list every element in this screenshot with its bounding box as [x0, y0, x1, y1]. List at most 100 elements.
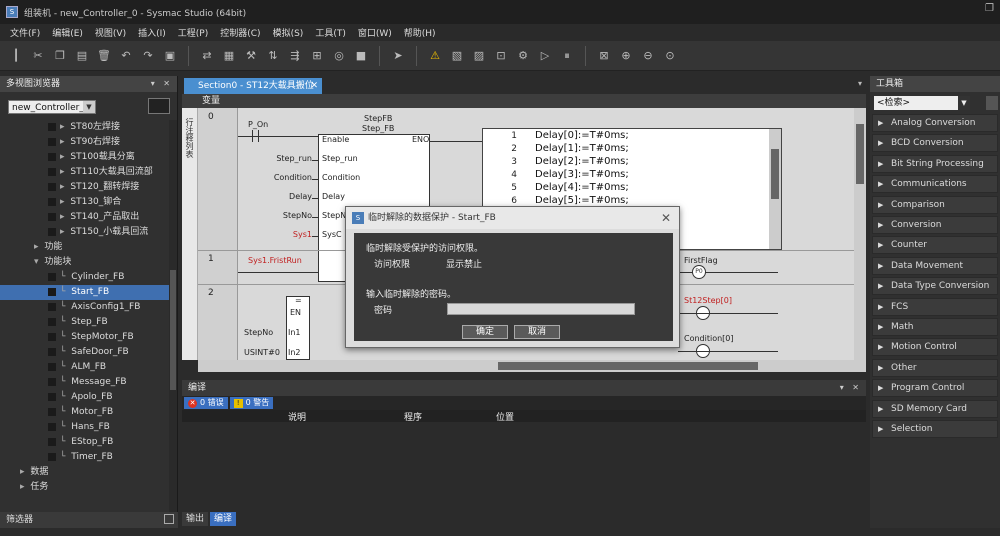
tree-item[interactable]: └ AxisConfig1_FB — [0, 300, 170, 315]
controller-view-button[interactable] — [148, 98, 170, 114]
toolbox-category[interactable]: ▶ FCS — [872, 297, 998, 316]
toolbox-category[interactable]: ▶ SD Memory Card — [872, 399, 998, 418]
tree-item[interactable]: ▸ ST80左焊接 — [0, 120, 170, 135]
zoom-reset-icon[interactable]: ⊙ — [660, 46, 680, 66]
settings-icon[interactable]: ⚙ — [513, 46, 533, 66]
stop-icon[interactable]: ■ — [351, 46, 371, 66]
scrollbar-thumb[interactable] — [170, 270, 176, 390]
cursor-icon[interactable]: ➤ — [388, 46, 408, 66]
password-input[interactable] — [447, 303, 635, 315]
toolbox-search-input[interactable]: <检索> ▼ — [874, 96, 970, 110]
tree-item[interactable]: ▸ ST110大载具回流部 — [0, 165, 170, 180]
ok-button[interactable]: 确定 — [462, 325, 508, 339]
close-icon[interactable]: ✕ — [310, 78, 318, 94]
tree-item[interactable]: ▸ ST130_铆合 — [0, 195, 170, 210]
tree-item[interactable]: └ Motor_FB — [0, 405, 170, 420]
errors-filter-button[interactable]: ✕ 0 错误 — [184, 397, 228, 409]
save-icon[interactable]: ▣ — [160, 46, 180, 66]
search-button[interactable] — [986, 96, 998, 110]
tree-item[interactable]: └ StepMotor_FB — [0, 330, 170, 345]
tab-output[interactable]: 输出 — [182, 512, 209, 526]
tree-item[interactable]: ▸ ST150_小载具回流 — [0, 225, 170, 240]
tree-item[interactable]: └ Hans_FB — [0, 420, 170, 435]
transfer-icon[interactable]: ⇶ — [285, 46, 305, 66]
menu-item[interactable]: 帮助(H) — [398, 26, 442, 39]
tree-item[interactable]: └ Step_FB — [0, 315, 170, 330]
expand-icon[interactable] — [164, 514, 174, 524]
online-icon[interactable]: ⇄ — [197, 46, 217, 66]
build-icon[interactable]: ▧ — [447, 46, 467, 66]
cancel-button[interactable]: 取消 — [514, 325, 560, 339]
tree-item[interactable]: ▸ ST90右焊接 — [0, 135, 170, 150]
toolbox-category[interactable]: ▶ Analog Conversion — [872, 114, 998, 132]
zoom-in-icon[interactable]: ⊕ — [616, 46, 636, 66]
rebuild-icon[interactable]: ▨ — [469, 46, 489, 66]
tab-menu-icon[interactable]: ▾ — [858, 79, 862, 88]
simulate-icon[interactable]: ⊡ — [491, 46, 511, 66]
tree-item[interactable]: └ EStop_FB — [0, 435, 170, 450]
menu-item[interactable]: 工具(T) — [309, 26, 352, 39]
tree-item[interactable]: └ Timer_FB — [0, 450, 170, 465]
menu-item[interactable]: 窗口(W) — [352, 26, 398, 39]
sync-icon[interactable]: ⇅ — [263, 46, 283, 66]
toolbox-category[interactable]: ▶ Selection — [872, 420, 998, 438]
toolbox-category[interactable]: ▶ Comparison — [872, 195, 998, 214]
compare-icon[interactable]: ⊞ — [307, 46, 327, 66]
tree-item[interactable]: └ ALM_FB — [0, 360, 170, 375]
paste-icon[interactable]: ▤ — [72, 46, 92, 66]
column-program[interactable]: 程序 — [404, 410, 422, 423]
tree-item[interactable]: └ Cylinder_FB — [0, 270, 170, 285]
toolbox-category[interactable]: ▶ Communications — [872, 175, 998, 194]
toolbox-category[interactable]: ▶ Bit String Processing — [872, 154, 998, 173]
ladder-vscrollbar[interactable] — [854, 108, 866, 360]
chevron-down-icon[interactable]: ▼ — [958, 96, 970, 110]
toolbox-category[interactable]: ▶ Data Movement — [872, 256, 998, 275]
menu-item[interactable]: 插入(I) — [132, 26, 172, 39]
tree-item[interactable]: ▸ ST100载具分离 — [0, 150, 170, 165]
panel-controls-icon[interactable]: ▾ ✕ — [840, 380, 862, 396]
tree-item[interactable]: ▸ 数据 — [0, 465, 170, 480]
tree-item[interactable]: └ Start_FB — [0, 285, 170, 300]
menu-item[interactable]: 文件(F) — [4, 26, 46, 39]
menu-item[interactable]: 视图(V) — [89, 26, 132, 39]
undo-icon[interactable]: ↶ — [116, 46, 136, 66]
scrollbar-thumb[interactable] — [498, 362, 758, 370]
ladder-hscrollbar[interactable] — [198, 360, 866, 372]
warning-icon[interactable]: ⚠ — [425, 46, 445, 66]
fit-icon[interactable]: ⊠ — [594, 46, 614, 66]
wrench-icon[interactable]: ⚒ — [241, 46, 261, 66]
toolbox-category[interactable]: ▶ Program Control — [872, 379, 998, 398]
tab-section0[interactable]: Section0 - ST12大载具搬位 ✕ — [184, 78, 322, 94]
panel-controls-icon[interactable]: ▾ ✕ — [151, 76, 173, 92]
toolbox-category[interactable]: ▶ Motion Control — [872, 338, 998, 357]
scrollbar-thumb[interactable] — [856, 124, 864, 184]
column-description[interactable]: 说明 — [288, 410, 306, 423]
toolbox-category[interactable]: ▶ Data Type Conversion — [872, 277, 998, 296]
coil-first-flag[interactable]: P0 — [692, 265, 706, 279]
menu-item[interactable]: 工程(P) — [172, 26, 214, 39]
play-icon[interactable]: ▷ — [535, 46, 555, 66]
redo-icon[interactable]: ↷ — [138, 46, 158, 66]
scrollbar-thumb[interactable] — [771, 149, 779, 199]
close-icon[interactable]: ✕ — [661, 207, 671, 229]
pause-icon[interactable]: ⏸ — [557, 46, 577, 66]
menu-item[interactable]: 编辑(E) — [46, 26, 89, 39]
binoculars-icon[interactable]: ◎ — [329, 46, 349, 66]
tree-item[interactable]: └ SafeDoor_FB — [0, 345, 170, 360]
variables-bar[interactable]: 变量 — [182, 94, 866, 108]
tree-item[interactable]: ▸ ST140_产品取出 — [0, 210, 170, 225]
toolbox-category[interactable]: ▶ Other — [872, 358, 998, 377]
filter-bar[interactable]: 筛选器 — [0, 512, 178, 528]
toolbox-category[interactable]: ▶ Math — [872, 318, 998, 336]
tree-item[interactable]: └ Message_FB — [0, 375, 170, 390]
cut-icon[interactable]: ✂ — [28, 46, 48, 66]
tab-compile[interactable]: 编译 — [210, 512, 237, 526]
explorer-scrollbar[interactable] — [169, 120, 177, 512]
restore-window-icon[interactable]: ❐ — [985, 3, 994, 14]
delete-icon[interactable]: 🗑 — [94, 46, 114, 66]
toolbox-category[interactable]: ▶ BCD Conversion — [872, 134, 998, 153]
controller-select[interactable]: new_Controller_0 ▼ — [8, 100, 96, 114]
st-scrollbar[interactable] — [769, 129, 781, 249]
menu-item[interactable]: 模拟(S) — [267, 26, 310, 39]
tree-item[interactable]: ▾ 功能块 — [0, 255, 170, 270]
